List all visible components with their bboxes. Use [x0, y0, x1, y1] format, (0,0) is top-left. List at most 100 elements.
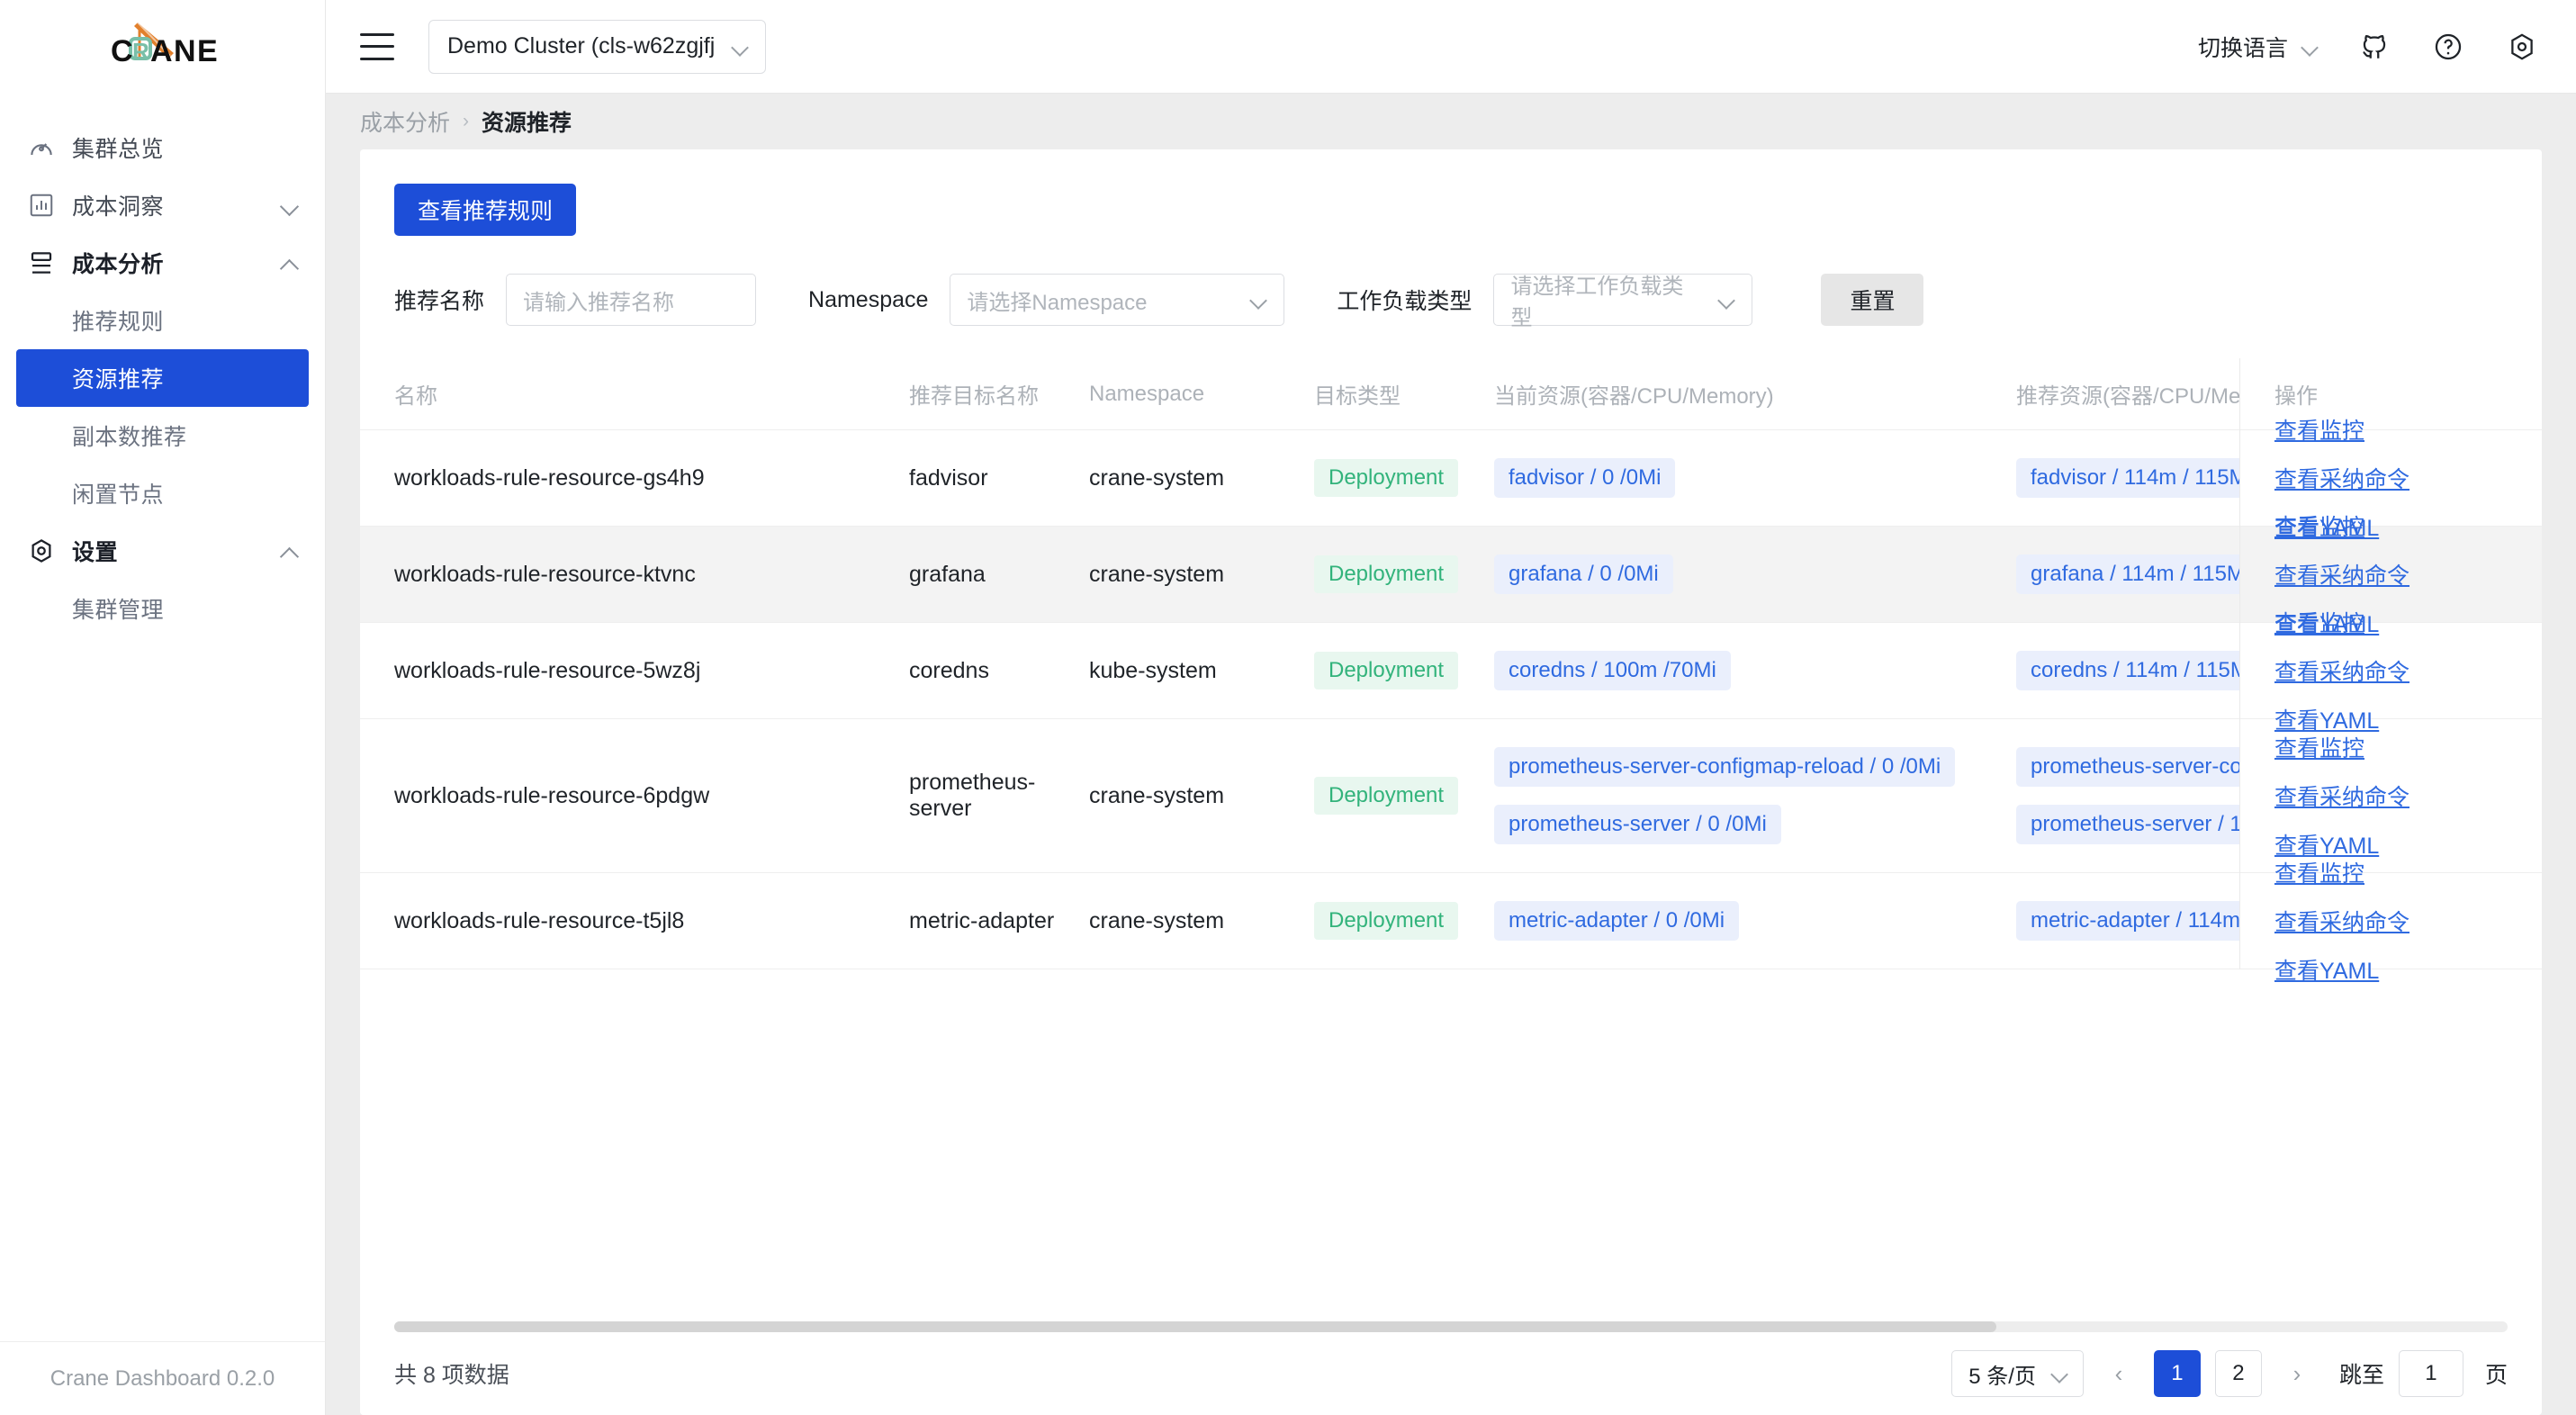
- pagination: 5 条/页 ‹ 1 2 › 跳至 1 页: [1951, 1350, 2508, 1397]
- workload-type-placeholder: 请选择工作负载类型: [1510, 275, 1684, 330]
- page-size-select[interactable]: 5 条/页: [1951, 1350, 2084, 1397]
- sidebar-item-label: 成本分析: [72, 252, 165, 277]
- cell-current-resources: grafana / 0 /0Mi: [1494, 526, 2016, 623]
- table-row[interactable]: workloads-rule-resource-t5jl8 metric-adap…: [360, 872, 2520, 969]
- namespace-select-placeholder: 请选择Namespace: [967, 290, 1148, 315]
- chevron-up-icon[interactable]: [280, 541, 300, 561]
- cluster-selector[interactable]: Demo Cluster (cls-w62zgjfj: [428, 19, 767, 74]
- table-row[interactable]: workloads-rule-resource-ktvnc grafana cran…: [360, 526, 2520, 623]
- pagination-prev-button[interactable]: ‹: [2098, 1350, 2139, 1397]
- brand-logo[interactable]: C R A N E: [0, 0, 325, 94]
- namespace-select[interactable]: 请选择Namespace: [950, 274, 1285, 326]
- resource-tag[interactable]: prometheus-server-configmap-reload / 0 /…: [1494, 747, 1956, 787]
- status-badge: Deployment: [1314, 555, 1459, 593]
- language-switcher-label: 切换语言: [2197, 35, 2288, 61]
- filter-bar: 推荐名称 请输入推荐名称 Namespace 请选择Namespace 工作负载…: [360, 236, 2542, 330]
- sidebar-item-idle-nodes[interactable]: 闲置节点: [0, 464, 325, 522]
- workload-type-select[interactable]: 请选择工作负载类型: [1493, 274, 1753, 330]
- column-header-target-type[interactable]: 目标类型: [1314, 358, 1494, 430]
- pagination-next-button[interactable]: ›: [2276, 1350, 2318, 1397]
- table-scroll-container[interactable]: 名称 推荐目标名称 Namespace 目标类型 当前资源(容器/CPU/Mem…: [360, 358, 2542, 1321]
- cell-target-type: Deployment: [1314, 872, 1494, 969]
- table-head: 名称 推荐目标名称 Namespace 目标类型 当前资源(容器/CPU/Mem…: [360, 358, 2520, 430]
- jump-to-label: 跳至: [2338, 1363, 2384, 1388]
- sidebar-item-label: 设置: [72, 540, 119, 565]
- jump-to-unit: 页: [2484, 1363, 2508, 1388]
- view-adopt-command-link[interactable]: 查看采纳命令: [2274, 905, 2409, 937]
- main-area: Demo Cluster (cls-w62zgjfj 切换语言 成本分析 › 资…: [326, 0, 2576, 1415]
- resource-tag[interactable]: coredns / 114m / 115Mi: [2016, 651, 2268, 690]
- status-badge: Deployment: [1314, 777, 1459, 815]
- view-adopt-command-link[interactable]: 查看采纳命令: [2274, 780, 2409, 812]
- breadcrumb-parent[interactable]: 成本分析: [360, 105, 450, 138]
- cluster-selector-value: Demo Cluster (cls-w62zgjfj: [447, 33, 716, 59]
- language-switcher[interactable]: 切换语言: [2198, 31, 2320, 63]
- chevron-down-icon: [2050, 1364, 2070, 1383]
- sidebar-item-cluster-manage[interactable]: 集群管理: [0, 580, 325, 637]
- resource-tag-list: coredns / 100m /70Mi: [1494, 646, 2016, 695]
- table-row[interactable]: workloads-rule-resource-5wz8j coredns kube…: [360, 622, 2520, 719]
- sidebar-subitem-label: 闲置节点: [72, 482, 165, 508]
- resource-tag[interactable]: grafana / 114m / 115Mi: [2016, 554, 2265, 594]
- table-row[interactable]: workloads-rule-resource-6pdgw prometheus-…: [360, 718, 2520, 873]
- view-monitor-link[interactable]: 查看监控: [2274, 413, 2364, 446]
- sidebar-item-cluster-overview[interactable]: 集群总览: [0, 119, 325, 176]
- hexagon-gear-icon: [23, 533, 59, 569]
- table-row[interactable]: workloads-rule-resource-gs4h9 fadvisor cra…: [360, 429, 2520, 527]
- gear-icon[interactable]: [2502, 27, 2542, 67]
- reset-button[interactable]: 重置: [1821, 274, 1924, 326]
- table-footer: 共 8 项数据 5 条/页 ‹ 1 2 › 跳至 1 页: [360, 1332, 2542, 1415]
- resource-tag[interactable]: fadvisor / 0 /0Mi: [1494, 458, 1676, 498]
- pagination-page-2[interactable]: 2: [2214, 1350, 2262, 1397]
- help-circle-icon[interactable]: [2428, 27, 2468, 67]
- page-size-value: 5 条/页: [1968, 1364, 2036, 1389]
- sidebar-item-recommend-rules[interactable]: 推荐规则: [0, 292, 325, 349]
- horizontal-scrollbar-thumb[interactable]: [394, 1321, 1996, 1332]
- sidebar-item-settings[interactable]: 设置: [0, 522, 325, 580]
- view-monitor-link[interactable]: 查看监控: [2274, 509, 2364, 542]
- pagination-page-1[interactable]: 1: [2153, 1350, 2201, 1397]
- column-header-namespace[interactable]: Namespace: [1089, 358, 1314, 430]
- sidebar-item-cost-analysis[interactable]: 成本分析: [0, 234, 325, 292]
- svg-text:E: E: [197, 34, 218, 68]
- chevron-up-icon[interactable]: [280, 253, 300, 273]
- view-yaml-link[interactable]: 查看YAML: [2274, 953, 2379, 986]
- column-header-name[interactable]: 名称: [360, 358, 909, 430]
- cell-target-name: metric-adapter: [909, 872, 1089, 969]
- resource-tag[interactable]: fadvisor / 114m / 115Mi: [2016, 458, 2266, 498]
- recommendations-table: 名称 推荐目标名称 Namespace 目标类型 当前资源(容器/CPU/Mem…: [360, 358, 2520, 969]
- view-adopt-command-link[interactable]: 查看采纳命令: [2274, 558, 2409, 590]
- sidebar-item-resource-recommend[interactable]: 资源推荐: [16, 349, 309, 407]
- jump-to-input[interactable]: 1: [2398, 1350, 2463, 1397]
- cell-actions: 查看监控 查看采纳命令 查看YAML: [2240, 719, 2542, 873]
- column-header-current-res[interactable]: 当前资源(容器/CPU/Memory): [1494, 358, 2016, 430]
- breadcrumb-separator-icon: ›: [463, 111, 470, 131]
- hamburger-icon[interactable]: [360, 32, 394, 60]
- resource-tag-list: metric-adapter / 0 /0Mi: [1494, 897, 2016, 945]
- resource-tag[interactable]: grafana / 0 /0Mi: [1494, 554, 1673, 594]
- actions-sticky-column: 操作 查看监控 查看采纳命令 查看YAML 查看监控 查看采纳命令 查看YAML 查看监控查…: [2239, 358, 2542, 984]
- column-header-target-name[interactable]: 推荐目标名称: [909, 358, 1089, 430]
- sidebar-item-replica-recommend[interactable]: 副本数推荐: [0, 407, 325, 464]
- view-monitor-link[interactable]: 查看监控: [2274, 606, 2364, 638]
- cell-current-resources: metric-adapter / 0 /0Mi: [1494, 872, 2016, 969]
- sidebar-nav: 集群总览 成本洞察 成本分析 推荐规则 资源推荐 副本数推荐 闲置节点 设置 集…: [0, 94, 325, 1341]
- view-adopt-command-link[interactable]: 查看采纳命令: [2274, 654, 2409, 687]
- view-monitor-link[interactable]: 查看监控: [2274, 856, 2364, 888]
- recommend-name-input[interactable]: 请输入推荐名称: [506, 274, 757, 326]
- view-recommend-rules-button[interactable]: 查看推荐规则: [394, 184, 577, 236]
- sidebar-item-cost-insight[interactable]: 成本洞察: [0, 176, 325, 234]
- chevron-down-icon: [1717, 290, 1737, 310]
- crane-logo-icon: C R A N E: [111, 22, 218, 68]
- view-monitor-link[interactable]: 查看监控: [2274, 731, 2364, 763]
- app-root: C R A N E 集群总览 成本洞察 成本分析 推荐规则 资源推荐 副本数推荐…: [0, 0, 2576, 1415]
- resource-tag[interactable]: coredns / 100m /70Mi: [1494, 651, 1731, 690]
- view-adopt-command-link[interactable]: 查看采纳命令: [2274, 462, 2409, 494]
- resource-tag[interactable]: metric-adapter / 0 /0Mi: [1494, 901, 1740, 941]
- resource-tag[interactable]: prometheus-server / 0 /0Mi: [1494, 805, 1781, 844]
- chevron-down-icon[interactable]: [280, 195, 300, 215]
- cell-target-name: fadvisor: [909, 429, 1089, 527]
- resource-tag-list: grafana / 0 /0Mi: [1494, 550, 2016, 599]
- horizontal-scrollbar-track[interactable]: [394, 1321, 2508, 1332]
- github-icon[interactable]: [2355, 27, 2394, 67]
